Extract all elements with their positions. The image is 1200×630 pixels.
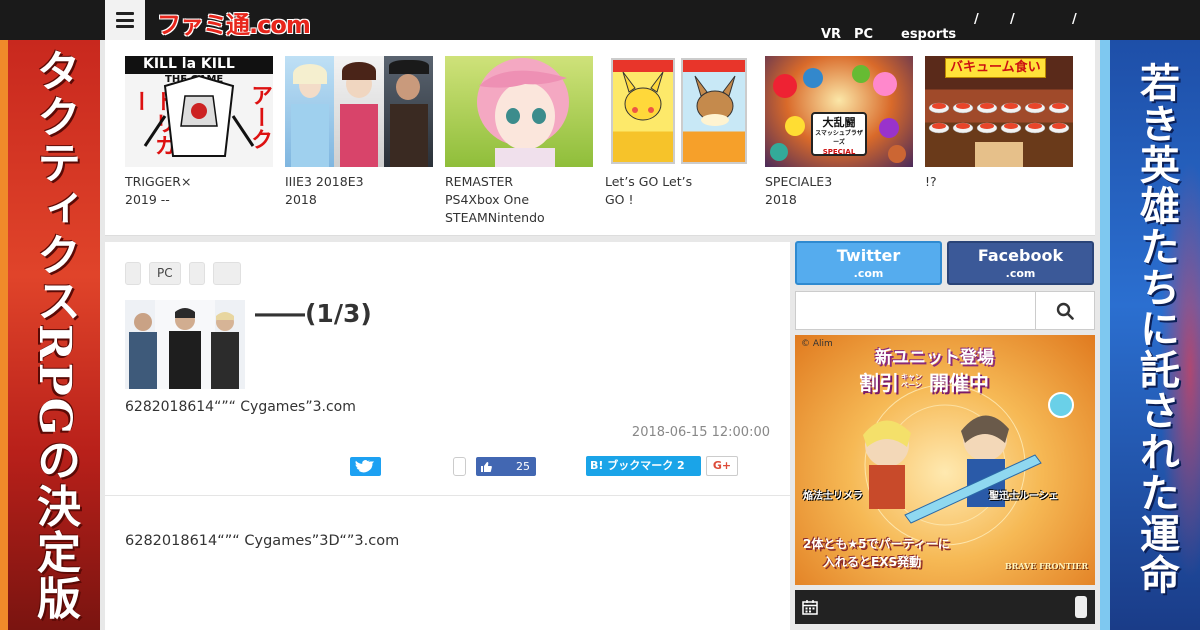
- ad-game-logo: BRAVE FRONTIER: [1005, 561, 1089, 571]
- article-tags: PC: [125, 262, 241, 285]
- hatena-bookmark-button[interactable]: B! ブックマーク 2: [586, 456, 701, 476]
- carousel-card[interactable]: IIIE3 2018E3 2018: [285, 56, 435, 209]
- carousel-thumbnail[interactable]: 大乱闘 スマッシュブラザーズ SPECIAL: [765, 56, 913, 167]
- ad-character-name: 焔法士リメラ: [803, 491, 863, 502]
- thumb-text: 大乱闘: [822, 116, 856, 129]
- scrollbar-thumb[interactable]: [1075, 596, 1087, 618]
- article-headline: ――(1/3): [255, 299, 372, 328]
- calendar-icon: [802, 600, 818, 615]
- nav-item-separator-1[interactable]: /: [974, 12, 979, 27]
- tag-chip[interactable]: PC: [149, 262, 181, 285]
- tag-chip[interactable]: [212, 262, 241, 285]
- carousel-caption[interactable]: TRIGGER× 2019 --: [125, 173, 275, 209]
- right-banner-strip: [1100, 40, 1110, 630]
- thumbs-up-icon: [476, 461, 496, 473]
- search-button[interactable]: [1035, 292, 1094, 329]
- facebook-button-sub: .com: [1005, 267, 1036, 280]
- right-ad-banner[interactable]: 若き英雄たちに託された運命: [1100, 40, 1200, 630]
- twitter-button-title: Twitter: [836, 246, 901, 265]
- facebook-button-title: Facebook: [977, 246, 1064, 265]
- carousel-thumbnail[interactable]: [605, 56, 753, 167]
- twitter-follow-button[interactable]: Twitter .com: [795, 241, 942, 285]
- carousel-card[interactable]: REMASTER PS4Xbox One STEAMNintendo: [445, 56, 595, 227]
- article-body: 6282018614“”“ Cygames”3D“”3.com: [125, 533, 400, 549]
- carousel-caption[interactable]: IIIE3 2018E3 2018: [285, 173, 435, 209]
- carousel-thumbnail[interactable]: [445, 56, 593, 167]
- carousel-card[interactable]: 大乱闘 スマッシュブラザーズ SPECIAL SPECIALE3 2018: [765, 56, 915, 209]
- article-date: 2018-06-15 12:00:00: [631, 425, 770, 440]
- ad-footer-text: 2体とも★5でパーティーに: [803, 537, 950, 551]
- hamburger-menu-button[interactable]: [105, 0, 145, 40]
- carousel-card[interactable]: バキューム食い !?: [925, 56, 1075, 191]
- thumb-text: SPECIAL: [822, 148, 856, 156]
- calendar-widget-header[interactable]: [795, 590, 1095, 624]
- carousel-card[interactable]: Let’s GO Let’s GO !: [605, 56, 755, 209]
- site-logo[interactable]: ファミ通.com: [157, 5, 311, 40]
- sidebar-ad-banner[interactable]: © Alim 新ユニット登場 割引 キャンペーン 開催中 焔法士リメラ 聖迅士ル…: [795, 335, 1095, 585]
- facebook-like-count: 25: [516, 460, 530, 473]
- right-banner-text: 若き英雄たちに託された運命: [1133, 62, 1180, 595]
- featured-carousel: KILL la KILL THE GAME トリガー アーク TRIGGER× …: [105, 40, 1095, 236]
- thumb-art: [477, 58, 569, 167]
- thumb-art: [622, 71, 736, 126]
- thumb-art: [143, 74, 255, 157]
- twitter-bird-icon: [355, 460, 374, 473]
- tag-chip[interactable]: [125, 262, 141, 285]
- ad-character-name: 聖迅士ルーシェ: [989, 491, 1059, 502]
- ad-footer-text: 入れるとEXS発動: [823, 555, 922, 569]
- left-banner-text: タクティクスRPGの決定版: [29, 48, 80, 622]
- tag-chip[interactable]: [188, 262, 205, 285]
- article-main: PC ――(1/3) 6282018614“”“ Cygames”3.com 2…: [105, 242, 790, 630]
- share-count-bubble: [453, 457, 466, 476]
- site-header: ファミ通.com VR PC esports / / /: [0, 0, 1200, 42]
- left-ad-banner[interactable]: タクティクスRPGの決定版: [0, 40, 100, 630]
- carousel-thumbnail[interactable]: バキューム食い: [925, 56, 1073, 167]
- carousel-caption[interactable]: Let’s GO Let’s GO !: [605, 173, 755, 209]
- site-search: [795, 291, 1095, 330]
- search-input[interactable]: [796, 292, 1036, 329]
- nav-item-separator-3[interactable]: /: [1072, 12, 1077, 27]
- twitter-button-sub: .com: [853, 267, 884, 280]
- google-plus-button[interactable]: G+: [706, 456, 738, 476]
- facebook-follow-button[interactable]: Facebook .com: [947, 241, 1094, 285]
- carousel-thumbnail[interactable]: KILL la KILL THE GAME トリガー アーク: [125, 56, 273, 167]
- carousel-card[interactable]: KILL la KILL THE GAME トリガー アーク TRIGGER× …: [125, 56, 275, 209]
- thumb-art: [928, 102, 1070, 167]
- carousel-thumbnail[interactable]: [285, 56, 433, 167]
- article-photo-art: [125, 300, 245, 389]
- thumb-text: スマッシュブラザーズ: [815, 130, 863, 146]
- article-divider: [105, 495, 790, 496]
- search-icon: [1056, 302, 1074, 320]
- facebook-like-button[interactable]: 25: [476, 457, 536, 476]
- carousel-caption[interactable]: SPECIALE3 2018: [765, 173, 915, 209]
- article-summary: 6282018614“”“ Cygames”3.com: [125, 399, 356, 415]
- left-banner-strip: [0, 40, 8, 630]
- article-photo: [125, 300, 245, 389]
- tweet-share-button[interactable]: [350, 457, 381, 476]
- carousel-caption[interactable]: !?: [925, 173, 1075, 191]
- nav-item-separator-2[interactable]: /: [1010, 12, 1015, 27]
- hamburger-icon: [116, 12, 134, 28]
- carousel-caption[interactable]: REMASTER PS4Xbox One STEAMNintendo: [445, 173, 595, 227]
